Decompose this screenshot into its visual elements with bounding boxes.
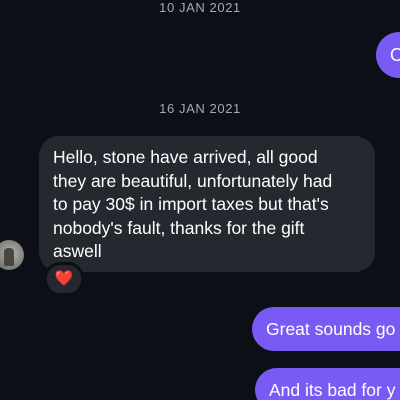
heart-icon: ❤️ bbox=[54, 270, 74, 287]
outgoing-message-bubble[interactable]: Great sounds go bbox=[252, 307, 400, 351]
chat-thread[interactable]: 10 JAN 2021 O 16 JAN 2021 Hello, stone h… bbox=[0, 0, 400, 400]
message-line: to pay 30$ in import taxes but that's bbox=[53, 194, 329, 214]
message-text: Great sounds go bbox=[266, 319, 396, 339]
outgoing-message-bubble[interactable]: O bbox=[376, 32, 400, 78]
heart-reaction[interactable]: ❤️ bbox=[44, 262, 84, 296]
contact-avatar[interactable] bbox=[0, 240, 24, 270]
date-separator: 16 JAN 2021 bbox=[159, 101, 241, 116]
message-text: O bbox=[390, 45, 400, 65]
outgoing-message-bubble[interactable]: And its bad for y bbox=[255, 368, 400, 400]
avatar-photo bbox=[4, 248, 14, 266]
date-separator: 10 JAN 2021 bbox=[159, 0, 241, 15]
message-line: they are beautiful, unfortunately had bbox=[53, 170, 333, 191]
message-text: And its bad for y bbox=[269, 380, 396, 400]
incoming-message-bubble[interactable]: Hello, stone have arrived, all good they… bbox=[39, 136, 375, 272]
message-line: aswell bbox=[53, 241, 102, 261]
message-line: nobody's fault, thanks for the gift bbox=[53, 217, 305, 238]
message-line: Hello, stone have arrived, all good bbox=[53, 147, 318, 167]
